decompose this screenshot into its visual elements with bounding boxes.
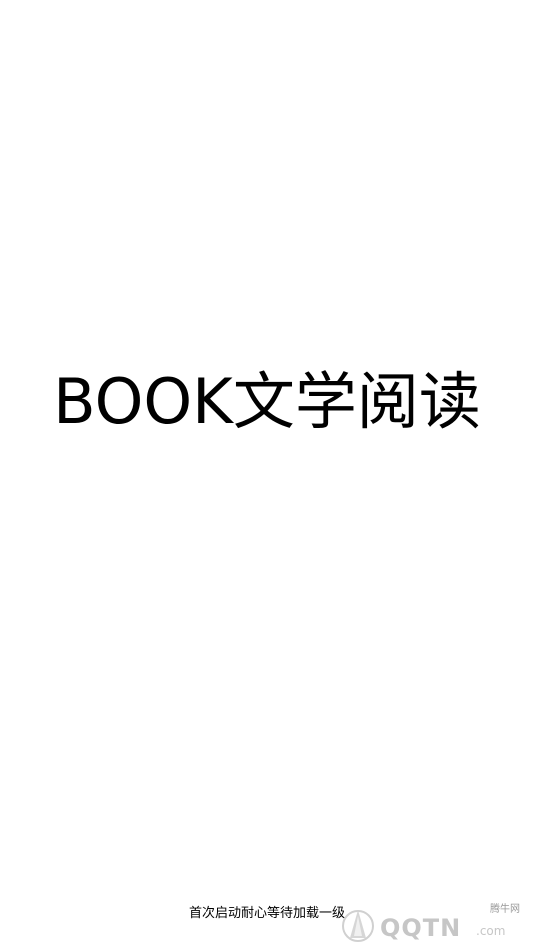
app-title: BOOK文学阅读: [53, 365, 481, 438]
splash-screen: BOOK文学阅读 首次启动耐心等待加载一级 腾牛网 QQTN .com: [0, 0, 534, 949]
watermark-brand: QQTN: [380, 914, 462, 942]
watermark-domain-suffix: .com: [476, 924, 506, 938]
triangle-logo-icon: [342, 910, 374, 942]
watermark-site-name: 腾牛网: [490, 904, 520, 915]
watermark: 腾牛网 QQTN .com: [338, 900, 530, 946]
